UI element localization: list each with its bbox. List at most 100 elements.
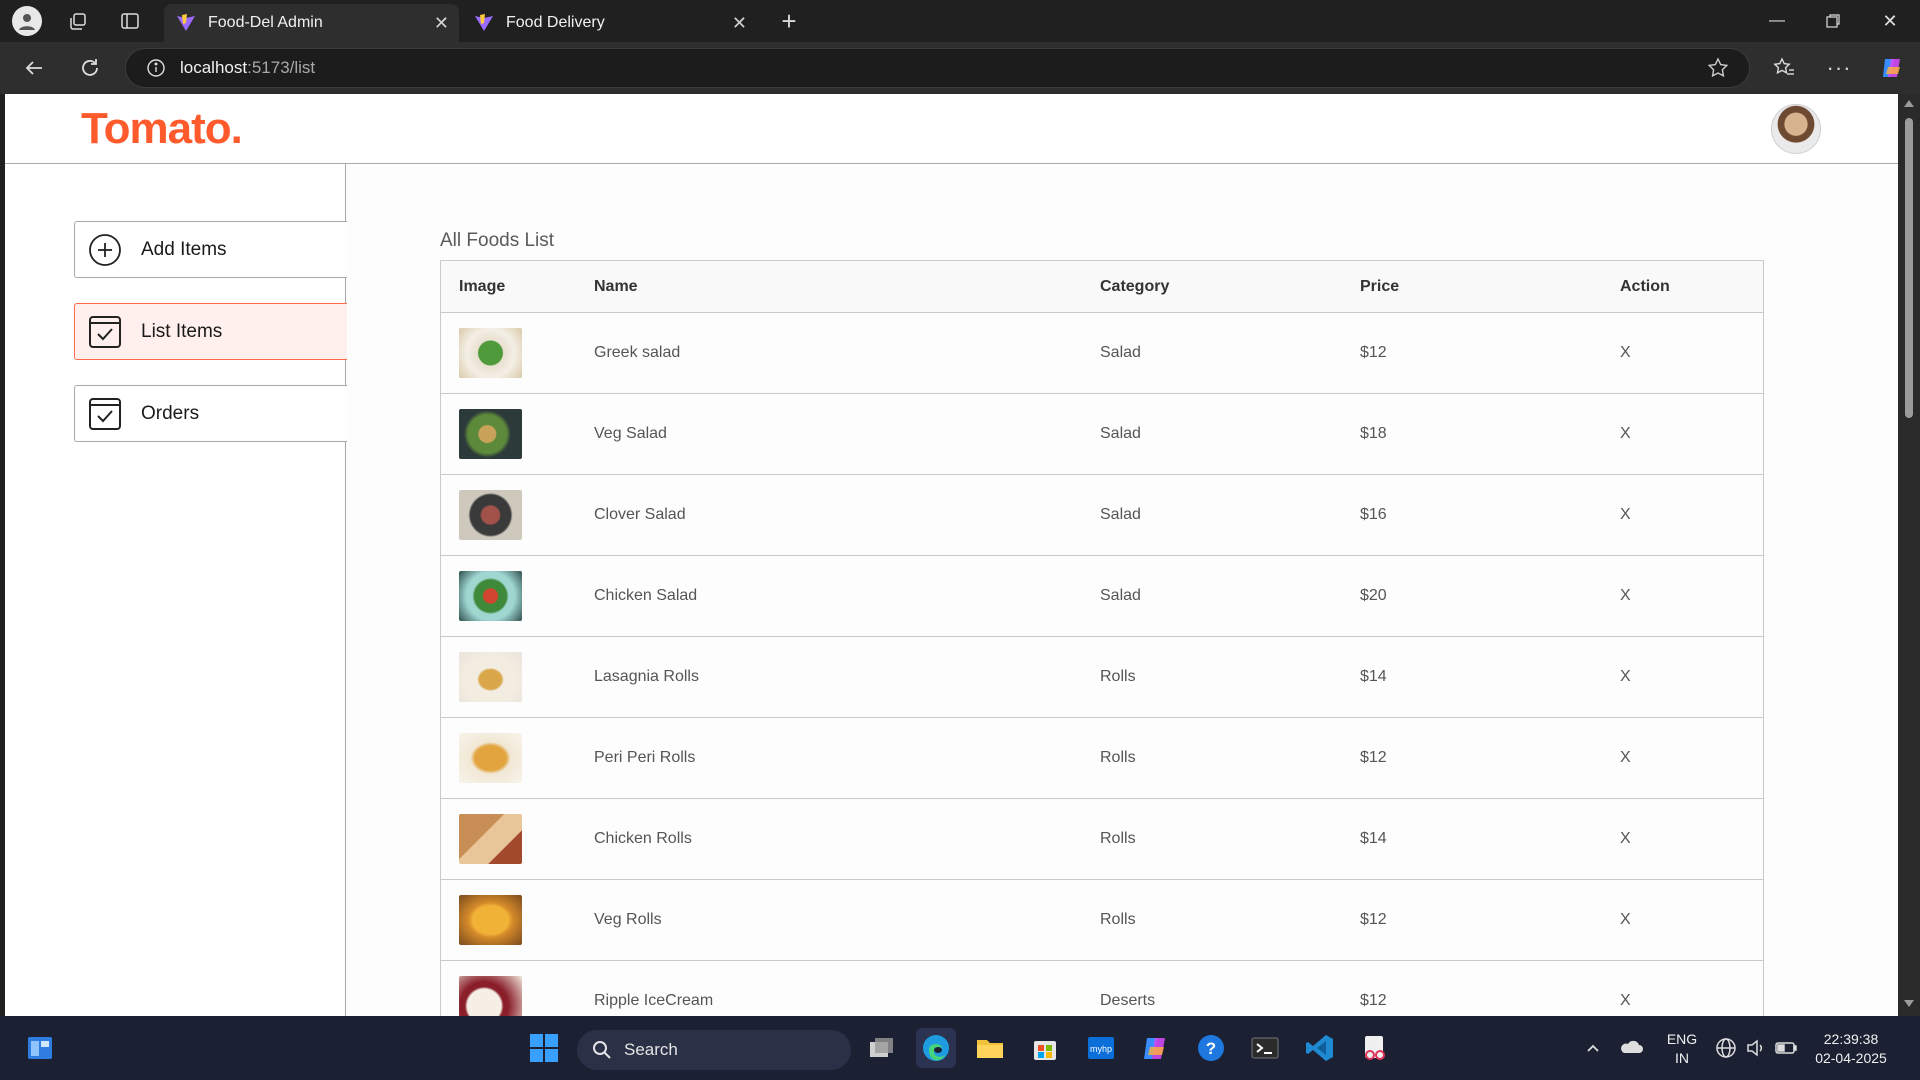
- logo-dot: .: [230, 104, 243, 153]
- close-tab-icon[interactable]: ✕: [732, 13, 747, 34]
- help-icon[interactable]: ?: [1191, 1028, 1231, 1068]
- search-label: Search: [624, 1040, 678, 1059]
- refresh-icon[interactable]: [72, 50, 108, 86]
- copilot-taskbar-icon[interactable]: [1136, 1028, 1176, 1068]
- table-row: Clover Salad Salad $16 X: [440, 475, 1764, 556]
- tab-food-delivery[interactable]: Food Delivery ✕: [462, 4, 757, 42]
- scroll-down-icon[interactable]: [1904, 1000, 1914, 1007]
- food-name: Peri Peri Rolls: [594, 749, 696, 766]
- favorite-star-icon[interactable]: [1707, 57, 1729, 79]
- table-row: Chicken Rolls Rolls $14 X: [440, 799, 1764, 880]
- onedrive-icon[interactable]: [1614, 1028, 1650, 1068]
- food-price: $12: [1360, 911, 1387, 928]
- food-image: [459, 571, 522, 621]
- food-name: Lasagnia Rolls: [594, 668, 699, 685]
- scroll-up-icon[interactable]: [1904, 100, 1914, 107]
- tab-title: Food-Del Admin: [208, 14, 323, 31]
- admin-navbar: Tomato.: [5, 94, 1898, 164]
- myhp-icon[interactable]: myhp: [1081, 1028, 1121, 1068]
- table-row: Peri Peri Rolls Rolls $12 X: [440, 718, 1764, 799]
- language-indicator[interactable]: ENG IN: [1660, 1030, 1704, 1068]
- sidebar-item-orders[interactable]: Orders: [74, 385, 347, 442]
- food-price: $18: [1360, 425, 1387, 442]
- show-hidden-icons-chevron-up-icon[interactable]: [1573, 1028, 1613, 1068]
- remove-item-button[interactable]: X: [1620, 506, 1783, 524]
- food-image: [459, 409, 522, 459]
- food-price: $12: [1360, 992, 1387, 1009]
- food-name: Clover Salad: [594, 506, 686, 523]
- tab-food-del-admin[interactable]: Food-Del Admin ✕: [164, 4, 459, 42]
- widgets-icon[interactable]: [20, 1028, 60, 1068]
- site-info-icon[interactable]: [146, 58, 166, 78]
- back-icon[interactable]: [16, 50, 52, 86]
- url-host: localhost: [180, 58, 248, 77]
- new-tab-icon[interactable]: +: [771, 3, 807, 39]
- taskbar-search[interactable]: Search: [577, 1030, 851, 1070]
- url-bar[interactable]: localhost:5173/list: [125, 48, 1750, 88]
- vertical-tabs-icon[interactable]: [112, 3, 148, 39]
- profile-icon[interactable]: [12, 6, 42, 36]
- remove-item-button[interactable]: X: [1620, 668, 1783, 686]
- copilot-icon[interactable]: [1874, 50, 1910, 86]
- restore-icon[interactable]: [1805, 0, 1861, 42]
- remove-item-button[interactable]: X: [1620, 992, 1783, 1010]
- food-category: Rolls: [1100, 911, 1136, 928]
- workspaces-icon[interactable]: [60, 3, 96, 39]
- food-list-table: Image Name Category Price Action Greek s…: [440, 260, 1764, 1016]
- food-name: Chicken Salad: [594, 587, 698, 604]
- remove-item-button[interactable]: X: [1620, 911, 1783, 929]
- food-price: $16: [1360, 506, 1387, 523]
- start-windows-icon[interactable]: [524, 1028, 564, 1068]
- vscode-icon[interactable]: [1300, 1028, 1340, 1068]
- table-row: Veg Rolls Rolls $12 X: [440, 880, 1764, 961]
- remove-item-button[interactable]: X: [1620, 830, 1783, 848]
- column-header-name: Name: [594, 277, 638, 295]
- food-category: Salad: [1100, 506, 1141, 523]
- battery-icon[interactable]: [1768, 1028, 1804, 1068]
- terminal-icon[interactable]: [1245, 1028, 1285, 1068]
- sidebar-item-label: List Items: [141, 320, 223, 342]
- windows-taskbar: Search myhp ? ENG IN 22:39:38 02-04-2025: [0, 1016, 1920, 1080]
- food-image: [459, 652, 522, 702]
- food-image: [459, 814, 522, 864]
- sidebar-item-add-items[interactable]: Add Items: [74, 221, 347, 278]
- food-price: $20: [1360, 587, 1387, 604]
- close-window-icon[interactable]: ✕: [1862, 0, 1918, 42]
- language-code: ENG: [1666, 1031, 1698, 1047]
- url-path: :5173/list: [247, 58, 316, 77]
- remove-item-button[interactable]: X: [1620, 749, 1783, 767]
- food-name: Greek salad: [594, 344, 681, 361]
- file-explorer-icon[interactable]: [970, 1028, 1010, 1068]
- remove-item-button[interactable]: X: [1620, 425, 1783, 443]
- snipping-tool-icon[interactable]: [1355, 1028, 1395, 1068]
- food-name: Ripple IceCream: [594, 992, 714, 1009]
- table-row: Chicken Salad Salad $20 X: [440, 556, 1764, 637]
- close-tab-icon[interactable]: ✕: [434, 13, 449, 34]
- more-options-icon[interactable]: ···: [1821, 50, 1857, 86]
- clock-date: 02-04-2025: [1815, 1050, 1887, 1066]
- sidebar-item-label: Orders: [141, 402, 200, 424]
- system-clock[interactable]: 22:39:38 02-04-2025: [1806, 1030, 1896, 1068]
- sidebar-item-label: Add Items: [141, 238, 227, 260]
- search-icon: [593, 1041, 611, 1059]
- sidebar-item-list-items[interactable]: List Items: [74, 303, 347, 360]
- task-view-icon[interactable]: [861, 1028, 901, 1068]
- tomato-logo[interactable]: Tomato.: [81, 104, 243, 154]
- vite-logo-icon: [475, 14, 493, 31]
- edge-browser-icon[interactable]: [916, 1028, 956, 1068]
- checkbox-icon: [87, 314, 123, 350]
- favorites-icon[interactable]: [1766, 50, 1802, 86]
- minimize-icon[interactable]: —: [1749, 0, 1805, 42]
- remove-item-button[interactable]: X: [1620, 587, 1783, 605]
- clock-time: 22:39:38: [1823, 1031, 1879, 1047]
- page-scrollbar[interactable]: [1898, 94, 1920, 1016]
- profile-avatar[interactable]: [1771, 104, 1821, 154]
- food-name: Veg Rolls: [594, 911, 662, 928]
- food-image: [459, 490, 522, 540]
- remove-item-button[interactable]: X: [1620, 344, 1783, 362]
- microsoft-store-icon[interactable]: [1025, 1028, 1065, 1068]
- browser-tabstrip: Food-Del Admin ✕ Food Delivery ✕ + — ✕: [0, 0, 1920, 42]
- food-name: Veg Salad: [594, 425, 667, 442]
- scroll-thumb[interactable]: [1905, 118, 1913, 418]
- food-name: Chicken Rolls: [594, 830, 692, 847]
